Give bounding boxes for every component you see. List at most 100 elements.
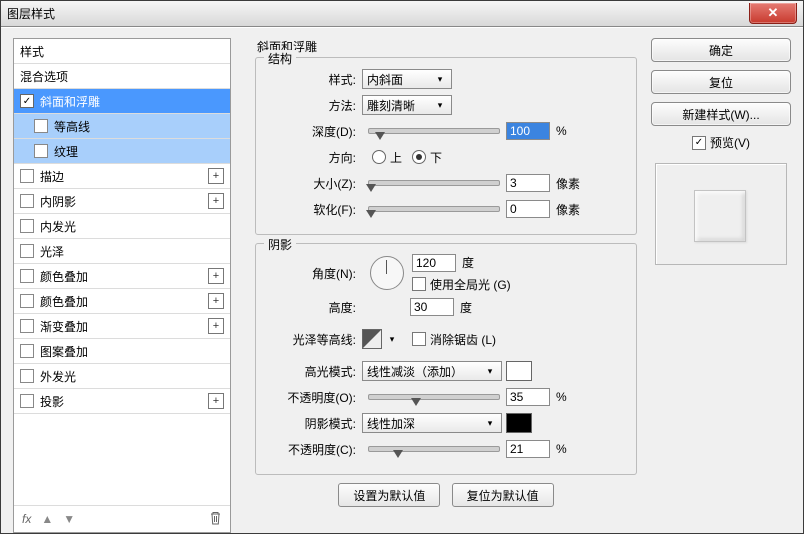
style-select[interactable]: 内斜面 ▾ (362, 69, 452, 89)
style-row-stroke[interactable]: 描边 + (14, 164, 230, 189)
highlight-opacity-input[interactable] (506, 388, 550, 406)
arrow-up-icon[interactable]: ▲ (41, 512, 53, 526)
style-row-inner-shadow[interactable]: 内阴影 + (14, 189, 230, 214)
make-default-button[interactable]: 设置为默认值 (338, 483, 440, 507)
checkbox-icon[interactable] (20, 344, 34, 358)
shadow-mode-label: 阴影模式: (266, 415, 362, 432)
antialias-checkbox[interactable] (412, 332, 426, 346)
checkbox-icon[interactable] (20, 194, 34, 208)
plus-icon[interactable]: + (208, 268, 224, 284)
direction-down-radio[interactable] (412, 150, 426, 164)
checkbox-icon[interactable] (20, 319, 34, 333)
depth-slider[interactable] (368, 128, 500, 134)
method-select-value: 雕刻清晰 (367, 97, 415, 114)
checkbox-icon[interactable]: ✓ (20, 94, 34, 108)
style-row-outer-glow[interactable]: 外发光 (14, 364, 230, 389)
highlight-mode-value: 线性减淡（添加） (367, 363, 463, 380)
size-slider[interactable] (368, 180, 500, 186)
style-row-contour[interactable]: 等高线 (14, 114, 230, 139)
shadow-mode-select[interactable]: 线性加深 ▾ (362, 413, 502, 433)
style-row-color-overlay-2[interactable]: 颜色叠加 + (14, 289, 230, 314)
style-label: 投影 (40, 393, 64, 410)
preview-box (655, 163, 787, 265)
style-label: 图案叠加 (40, 343, 88, 360)
direction-label: 方向: (266, 149, 362, 166)
altitude-input[interactable] (410, 298, 454, 316)
chevron-down-icon: ▾ (433, 74, 447, 85)
checkbox-icon[interactable] (20, 294, 34, 308)
method-select[interactable]: 雕刻清晰 ▾ (362, 95, 452, 115)
structure-label: 结构 (264, 50, 296, 67)
plus-icon[interactable]: + (208, 193, 224, 209)
style-row-gradient-overlay[interactable]: 渐变叠加 + (14, 314, 230, 339)
style-row-bevel[interactable]: ✓ 斜面和浮雕 (14, 89, 230, 114)
highlight-color-swatch[interactable] (506, 361, 532, 381)
size-input[interactable] (506, 174, 550, 192)
direction-up-radio[interactable] (372, 150, 386, 164)
shadow-color-swatch[interactable] (506, 413, 532, 433)
depth-input[interactable] (506, 122, 550, 140)
reset-default-button[interactable]: 复位为默认值 (452, 483, 554, 507)
preview-checkbox[interactable] (692, 136, 706, 150)
styles-header-label: 样式 (20, 43, 44, 60)
angle-label: 角度(N): (266, 265, 362, 282)
trash-icon[interactable] (209, 511, 222, 528)
fx-icon[interactable]: fx (22, 512, 31, 526)
checkbox-icon[interactable] (20, 219, 34, 233)
global-light-label: 使用全局光 (G) (430, 276, 511, 293)
style-row-drop-shadow[interactable]: 投影 + (14, 389, 230, 414)
style-row-texture[interactable]: 纹理 (14, 139, 230, 164)
style-row-satin[interactable]: 光泽 (14, 239, 230, 264)
chevron-down-icon: ▾ (483, 366, 497, 377)
shading-label: 阴影 (264, 236, 296, 253)
checkbox-icon[interactable] (20, 169, 34, 183)
style-row-pattern-overlay[interactable]: 图案叠加 (14, 339, 230, 364)
shadow-opacity-label: 不透明度(C): (266, 441, 362, 458)
plus-icon[interactable]: + (208, 293, 224, 309)
highlight-opacity-unit: % (556, 390, 567, 404)
altitude-label: 高度: (266, 299, 362, 316)
shadow-opacity-input[interactable] (506, 440, 550, 458)
depth-unit: % (556, 124, 567, 138)
plus-icon[interactable]: + (208, 318, 224, 334)
style-label: 内发光 (40, 218, 76, 235)
soften-input[interactable] (506, 200, 550, 218)
checkbox-icon[interactable] (34, 119, 48, 133)
style-label: 颜色叠加 (40, 268, 88, 285)
chevron-down-icon: ▾ (433, 100, 447, 111)
highlight-mode-select[interactable]: 线性减淡（添加） ▾ (362, 361, 502, 381)
close-button[interactable]: ✕ (749, 3, 797, 24)
highlight-opacity-slider[interactable] (368, 394, 500, 400)
checkbox-icon[interactable] (20, 244, 34, 258)
preview-swatch (694, 190, 746, 242)
ok-button[interactable]: 确定 (651, 38, 791, 62)
gloss-contour-label: 光泽等高线: (266, 331, 362, 348)
plus-icon[interactable]: + (208, 168, 224, 184)
highlight-opacity-label: 不透明度(O): (266, 389, 362, 406)
chevron-down-icon[interactable]: ▾ (386, 334, 398, 345)
structure-frame: 结构 样式: 内斜面 ▾ 方法: 雕刻清晰 ▾ 深度(D): % (255, 57, 637, 235)
altitude-unit: 度 (460, 299, 472, 316)
blend-options-label: 混合选项 (20, 68, 68, 85)
reset-button[interactable]: 复位 (651, 70, 791, 94)
direction-down-label: 下 (430, 149, 442, 166)
gloss-contour-picker[interactable] (362, 329, 382, 349)
shadow-opacity-slider[interactable] (368, 446, 500, 452)
new-style-button[interactable]: 新建样式(W)... (651, 102, 791, 126)
checkbox-icon[interactable] (20, 369, 34, 383)
style-row-color-overlay-1[interactable]: 颜色叠加 + (14, 264, 230, 289)
window-title: 图层样式 (7, 5, 55, 22)
checkbox-icon[interactable] (20, 394, 34, 408)
arrow-down-icon[interactable]: ▼ (63, 512, 75, 526)
soften-slider[interactable] (368, 206, 500, 212)
style-label: 描边 (40, 168, 64, 185)
checkbox-icon[interactable] (34, 144, 48, 158)
plus-icon[interactable]: + (208, 393, 224, 409)
angle-input[interactable] (412, 254, 456, 272)
blend-options-row[interactable]: 混合选项 (14, 64, 230, 89)
style-label: 等高线 (54, 118, 90, 135)
style-row-inner-glow[interactable]: 内发光 (14, 214, 230, 239)
angle-dial[interactable] (370, 256, 404, 290)
checkbox-icon[interactable] (20, 269, 34, 283)
global-light-checkbox[interactable] (412, 277, 426, 291)
